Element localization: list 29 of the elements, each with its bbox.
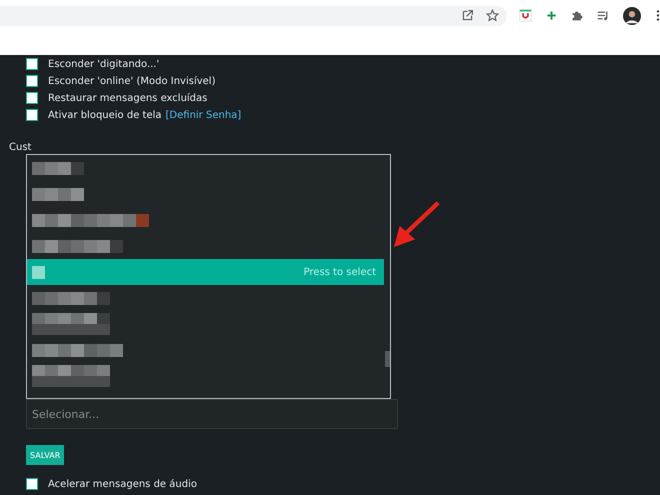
- checkbox[interactable]: [26, 109, 38, 121]
- option-label: Restaurar mensagens excluídas: [48, 92, 208, 104]
- checkbox[interactable]: [26, 478, 38, 490]
- option-label: Esconder 'online' (Modo Invisível): [48, 76, 216, 86]
- scrollbar-thumb[interactable]: [385, 351, 390, 367]
- save-button[interactable]: SALVAR: [26, 445, 64, 465]
- set-password-link[interactable]: [Definir Senha]: [166, 110, 242, 120]
- playlist-icon[interactable]: [597, 9, 610, 22]
- shield-extension-icon[interactable]: [519, 9, 532, 22]
- star-icon[interactable]: [486, 9, 499, 22]
- puzzle-icon[interactable]: [571, 9, 584, 22]
- checkbox[interactable]: [26, 75, 38, 87]
- menu-icon[interactable]: [656, 9, 660, 22]
- redacted-text: [32, 266, 45, 278]
- checkbox[interactable]: [26, 58, 38, 70]
- select-hint: Press to select: [304, 266, 376, 278]
- share-icon[interactable]: [461, 9, 474, 22]
- redacted-text: [32, 188, 84, 200]
- section-label: Cust: [9, 142, 32, 153]
- dropdown-option[interactable]: Press to select: [27, 259, 384, 285]
- checkbox[interactable]: [26, 92, 38, 104]
- option-label: Esconder 'digitando...': [48, 58, 160, 70]
- search-field[interactable]: Selecionar...: [26, 399, 398, 429]
- option-label: Acelerar mensagens de áudio: [48, 478, 197, 490]
- avatar[interactable]: [623, 6, 641, 24]
- option-label: Ativar bloqueio de tela: [48, 110, 162, 120]
- pointer-arrow: [392, 199, 442, 249]
- plus-icon[interactable]: [545, 9, 558, 22]
- redacted-text: [32, 162, 84, 174]
